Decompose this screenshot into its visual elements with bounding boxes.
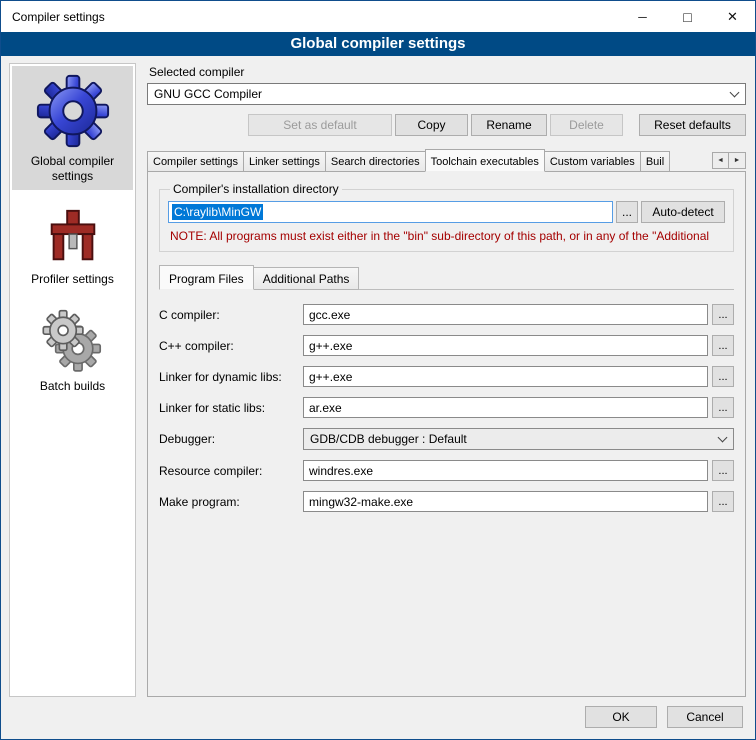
note-text: NOTE: All programs must exist either in …	[170, 229, 723, 243]
selected-compiler-label: Selected compiler	[149, 65, 746, 79]
profiler-tool-icon	[42, 206, 104, 268]
tab-build-truncated[interactable]: Buil	[640, 151, 670, 172]
toolchain-form: C compiler: ... C++ compiler: ... Linker…	[159, 304, 734, 512]
browse-button[interactable]: ...	[712, 397, 734, 418]
sidebar-item-label: Batch builds	[40, 379, 105, 394]
dialog-body: Global compiler settings Profiler sett	[1, 56, 755, 697]
browse-button[interactable]: ...	[712, 460, 734, 481]
auto-detect-button[interactable]: Auto-detect	[641, 201, 725, 223]
sidebar-item-label: Global compiler settings	[14, 154, 131, 184]
main-panel: Selected compiler GNU GCC Compiler Set a…	[147, 63, 746, 697]
sidebar-item-global-compiler-settings[interactable]: Global compiler settings	[12, 66, 133, 190]
field-label: C++ compiler:	[159, 339, 301, 353]
tab-scroll-left-button[interactable]: ◄	[712, 152, 729, 169]
cpp-compiler-input[interactable]	[303, 335, 708, 356]
selected-compiler-value: GNU GCC Compiler	[154, 87, 262, 101]
close-button[interactable]: ✕	[710, 1, 755, 32]
browse-button[interactable]: ...	[712, 335, 734, 356]
installation-directory-row: C:\raylib\MinGW ... Auto-detect	[168, 201, 725, 223]
copy-button[interactable]: Copy	[395, 114, 468, 136]
window-controls: ─ □ ✕	[620, 1, 755, 32]
cancel-button[interactable]: Cancel	[667, 706, 743, 728]
static-linker-input[interactable]	[303, 397, 708, 418]
resource-compiler-input[interactable]	[303, 460, 708, 481]
tab-scroll-controls: ◄ ►	[712, 152, 746, 169]
minimize-button[interactable]: ─	[620, 1, 665, 32]
maximize-icon: □	[683, 9, 691, 25]
browse-button[interactable]: ...	[712, 366, 734, 387]
tab-compiler-settings[interactable]: Compiler settings	[147, 151, 243, 172]
chevron-down-icon	[718, 433, 728, 443]
delete-button[interactable]: Delete	[550, 114, 623, 136]
title-bar: Compiler settings ─ □ ✕	[1, 1, 755, 32]
close-icon: ✕	[727, 9, 738, 25]
debugger-value: GDB/CDB debugger : Default	[310, 432, 467, 446]
compiler-settings-window: Compiler settings ─ □ ✕ Global compiler …	[0, 0, 756, 740]
chevron-down-icon	[730, 88, 740, 98]
field-label: Resource compiler:	[159, 464, 301, 478]
tab-toolchain-executables[interactable]: Toolchain executables	[425, 149, 545, 172]
settings-sidebar: Global compiler settings Profiler sett	[9, 63, 136, 697]
dialog-footer: OK Cancel	[1, 697, 755, 739]
installation-directory-group: Compiler's installation directory C:\ray…	[159, 182, 734, 252]
c-compiler-input[interactable]	[303, 304, 708, 325]
tab-additional-paths[interactable]: Additional Paths	[254, 267, 360, 290]
left-arrow-icon: ◄	[717, 157, 724, 164]
make-program-input[interactable]	[303, 491, 708, 512]
dynamic-linker-input[interactable]	[303, 366, 708, 387]
tab-program-files[interactable]: Program Files	[159, 265, 254, 290]
debugger-dropdown[interactable]: GDB/CDB debugger : Default	[303, 428, 734, 450]
sidebar-item-profiler-settings[interactable]: Profiler settings	[12, 200, 133, 293]
right-arrow-icon: ►	[734, 157, 741, 164]
selected-path-text: C:\raylib\MinGW	[172, 204, 263, 220]
compiler-actions: Set as default Copy Rename Delete Reset …	[147, 114, 746, 136]
field-label: Linker for static libs:	[159, 401, 301, 415]
reset-defaults-button[interactable]: Reset defaults	[639, 114, 746, 136]
browse-directory-button[interactable]: ...	[616, 201, 638, 223]
global-compiler-gear-icon	[34, 72, 112, 150]
installation-directory-input[interactable]: C:\raylib\MinGW	[168, 201, 613, 223]
field-label: Make program:	[159, 495, 301, 509]
toolchain-executables-panel: Compiler's installation directory C:\ray…	[147, 171, 746, 697]
tab-linker-settings[interactable]: Linker settings	[243, 151, 325, 172]
program-tabs-strip: Program Files Additional Paths	[159, 265, 734, 290]
field-label: Debugger:	[159, 432, 301, 446]
settings-tab-strip: Compiler settings Linker settings Search…	[147, 149, 746, 171]
tab-scroll-right-button[interactable]: ►	[729, 152, 746, 169]
tab-search-directories[interactable]: Search directories	[325, 151, 425, 172]
browse-button[interactable]: ...	[712, 491, 734, 512]
page-title: Global compiler settings	[1, 32, 755, 56]
maximize-button[interactable]: □	[665, 1, 710, 32]
sidebar-item-batch-builds[interactable]: Batch builds	[12, 303, 133, 400]
sidebar-item-label: Profiler settings	[31, 272, 114, 287]
set-as-default-button[interactable]: Set as default	[248, 114, 392, 136]
window-title: Compiler settings	[12, 10, 105, 24]
tab-custom-variables[interactable]: Custom variables	[545, 151, 640, 172]
installation-directory-group-title: Compiler's installation directory	[170, 182, 342, 196]
browse-button[interactable]: ...	[712, 304, 734, 325]
batch-builds-gears-icon	[40, 309, 106, 375]
field-label: C compiler:	[159, 308, 301, 322]
minimize-icon: ─	[638, 10, 647, 24]
rename-button[interactable]: Rename	[471, 114, 547, 136]
field-label: Linker for dynamic libs:	[159, 370, 301, 384]
ok-button[interactable]: OK	[585, 706, 657, 728]
selected-compiler-dropdown[interactable]: GNU GCC Compiler	[147, 83, 746, 105]
